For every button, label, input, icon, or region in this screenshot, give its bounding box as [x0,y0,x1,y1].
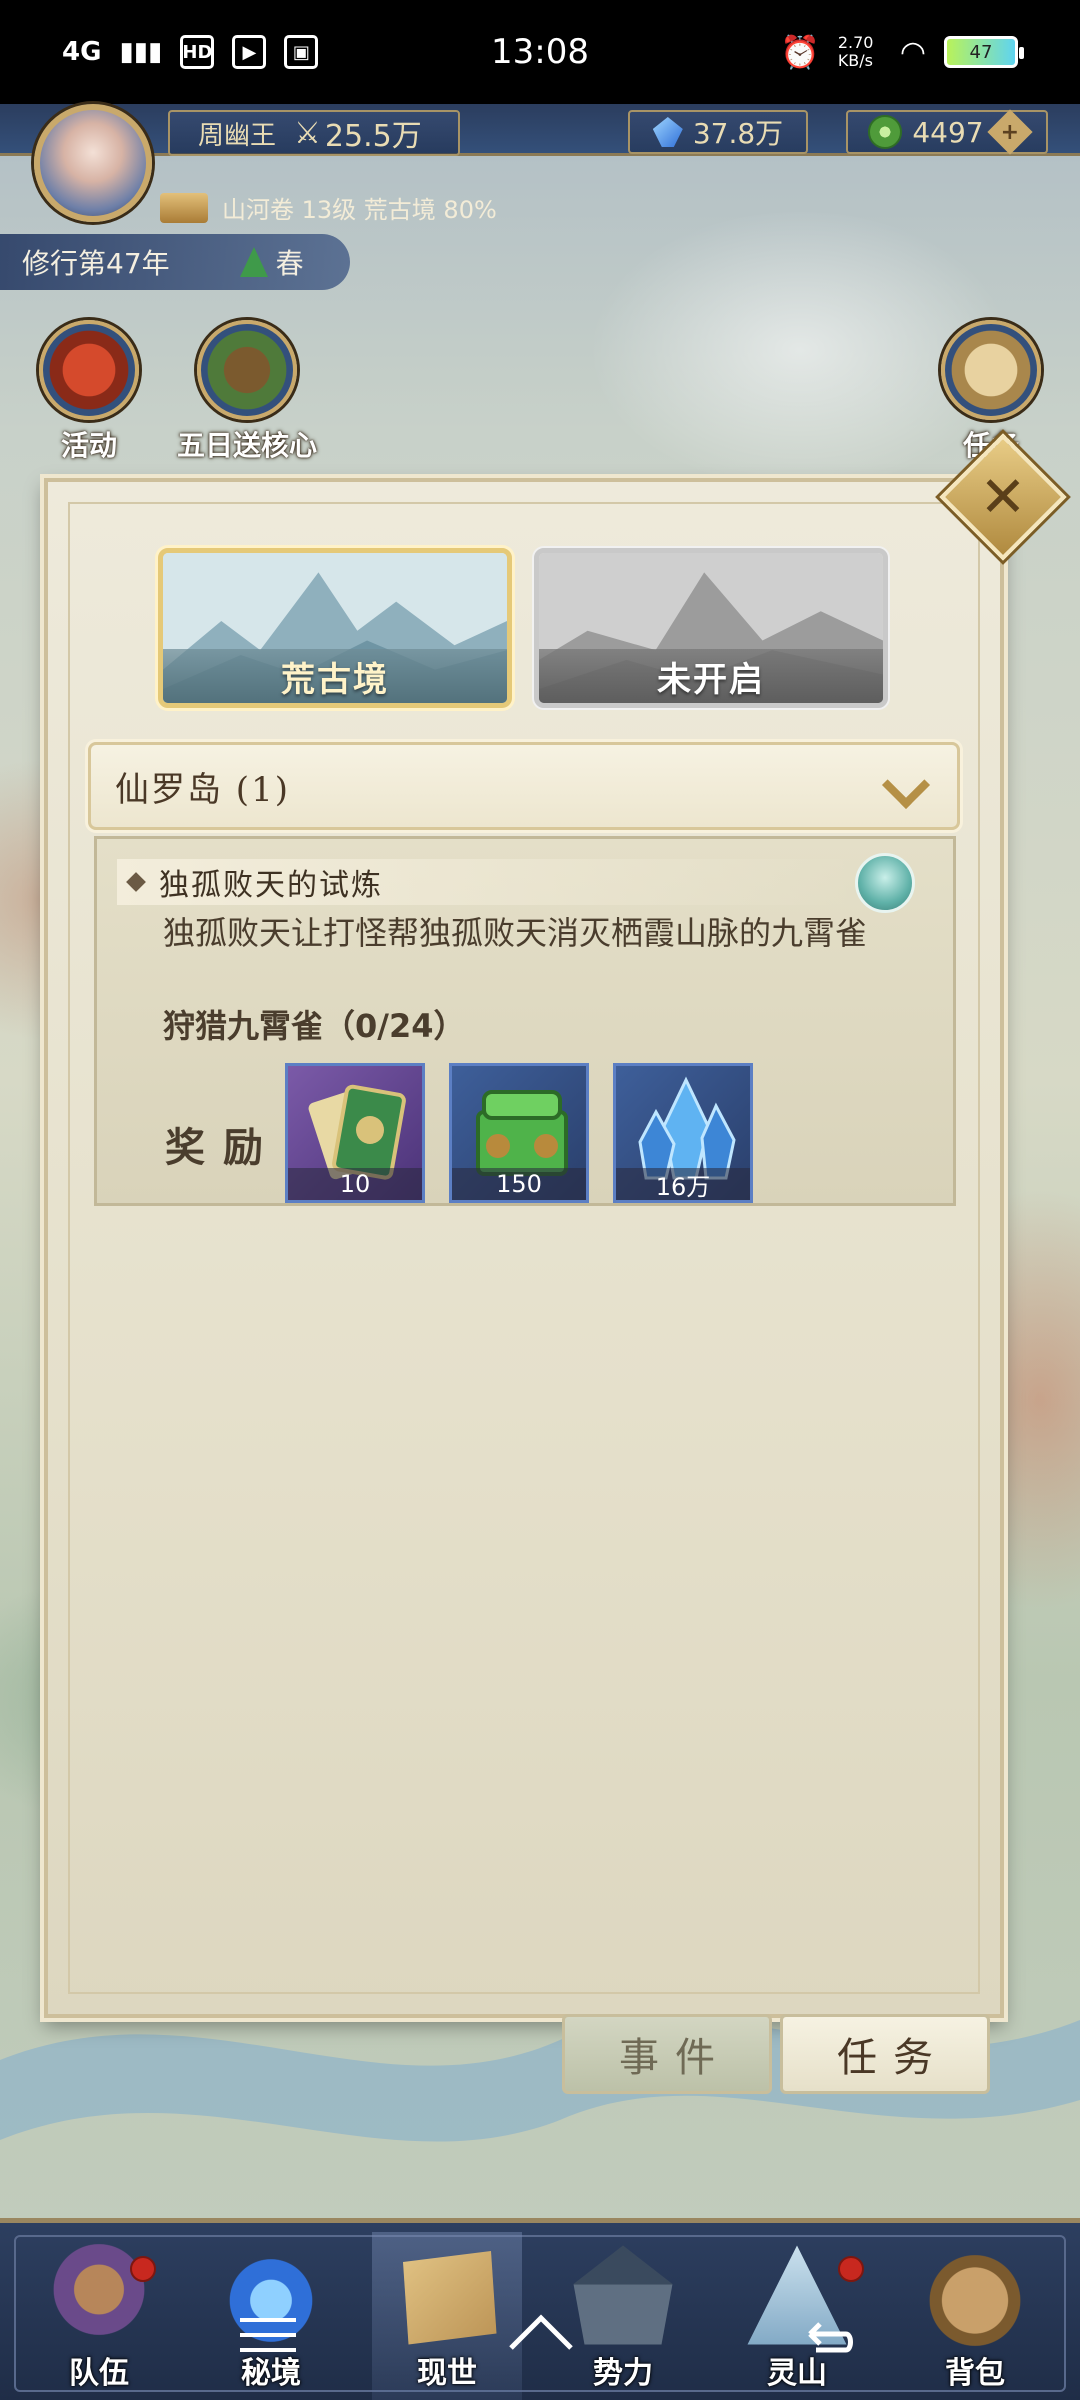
combat-power-value: 25.5万 [324,119,422,154]
close-icon[interactable]: ✕ [958,452,1048,542]
bullet-icon [126,872,146,892]
quest-title: 独孤败天的试炼 [159,868,383,903]
reward-count: 150 [452,1168,586,1200]
sword-icon: ⚔ [294,115,321,151]
tab-locked-label: 未开启 [539,649,883,703]
tasks-quick-button[interactable]: 任务 [916,320,1066,464]
nav-backpack[interactable]: 背包 [900,2232,1050,2400]
video-icon: ▶ [232,35,267,69]
tab-huanggu-realm[interactable]: 荒古境 [158,548,512,708]
quest-dialog [44,478,1004,2018]
jade-resource[interactable]: 4497 + [846,109,1048,155]
backpack-icon [920,2240,1030,2350]
home-icon[interactable] [506,2312,576,2352]
add-currency-icon[interactable]: + [986,109,1033,155]
reward-count: 16万 [616,1168,750,1200]
nav-secret-realm-label: 秘境 [241,2356,301,2391]
jade-value: 4497 [912,115,984,149]
five-day-gift-button[interactable]: 五日送核心 [172,320,322,464]
activity-drum-icon [39,320,139,420]
nav-present-world-label: 现世 [417,2356,477,2391]
quest-description: 独孤败天让打怪帮独孤败天消灭栖霞山脉的九霄雀 [163,914,868,952]
tab-events[interactable]: 事件 [562,2014,772,2094]
reward-count: 10 [288,1168,422,1200]
dialog-border [68,502,980,1994]
reward-item[interactable]: 10 [285,1063,425,1203]
gift-bag-icon [197,320,297,420]
nav-backpack-label: 背包 [945,2356,1005,2391]
five-day-gift-label: 五日送核心 [176,429,317,462]
app-icon: ▣ [284,35,319,69]
tab-huanggu-label: 荒古境 [163,649,507,703]
nav-present-world[interactable]: 现世 [372,2232,522,2400]
network-speed: 2.70 KB/s [837,33,874,70]
activity-label: 活动 [60,429,117,462]
tab-locked-realm[interactable]: 未开启 [534,548,888,708]
world-map-icon [403,2251,497,2345]
network-indicator: 4G [62,37,102,67]
season-indicator: 春 [239,242,304,282]
tree-icon [239,247,268,277]
cultivation-year: 修行第47年 [22,247,170,280]
combat-power: ⚔ 25.5万 [294,111,422,155]
player-name: 周幽王 [198,120,277,151]
region-dropdown[interactable]: 仙罗岛 (1) [88,742,960,830]
battery-level: 47 [969,41,993,63]
chevron-down-icon [883,764,927,808]
quest-progress: 狩猎九霄雀（0/24） [163,1007,466,1045]
status-bar: 4G ▮▮▮ HD ▶ ▣ 13:08 ⏰ 2.70 KB/s ◠ 47 [0,0,1080,104]
scroll-progress-text: 山河卷 13级 荒古境 80% [222,196,497,224]
season-label: 春 [275,247,304,280]
recent-apps-icon[interactable] [240,2318,296,2352]
player-avatar[interactable] [34,104,152,222]
gem-value: 37.8万 [692,117,784,150]
wifi-icon: ◠ [899,34,926,70]
gem-resource[interactable]: 37.8万 [628,110,808,154]
nav-team-label: 队伍 [69,2356,129,2391]
reward-item[interactable]: 16万 [613,1063,753,1203]
battery-icon: 47 [944,36,1024,68]
map-pin-icon[interactable] [855,853,915,913]
activity-button[interactable]: 活动 [14,320,164,464]
task-scroll-icon [941,320,1041,420]
notification-badge [838,2256,864,2282]
nav-team[interactable]: 队伍 [24,2232,174,2400]
alarm-icon: ⏰ [779,33,820,71]
nav-faction-label: 势力 [593,2356,653,2391]
notification-badge [130,2256,156,2282]
tab-tasks[interactable]: 任务 [780,2014,990,2094]
back-icon[interactable] [796,2312,856,2356]
jade-coin-icon [868,115,903,149]
signal-icon: ▮▮▮ [119,37,163,67]
hd-icon: HD [180,35,215,69]
nav-secret-realm[interactable]: 秘境 [196,2232,346,2400]
gem-icon [652,117,683,147]
scroll-icon [160,192,208,223]
quest-card[interactable]: 独孤败天的试炼 独孤败天让打怪帮独孤败天消灭栖霞山脉的九霄雀 狩猎九霄雀（0/2… [94,836,956,1206]
reward-label: 奖励 [165,1125,281,1171]
cultivation-year-bar: 修行第47年 春 [0,234,350,290]
quest-header: 独孤败天的试炼 [117,859,857,905]
player-name-plate[interactable]: 周幽王 ⚔ 25.5万 [168,110,460,156]
reward-item[interactable]: 150 [449,1063,589,1203]
scroll-progress[interactable]: 山河卷 13级 荒古境 80% [160,190,497,225]
palace-icon [573,2245,673,2345]
region-name: 仙罗岛 (1) [115,769,290,810]
